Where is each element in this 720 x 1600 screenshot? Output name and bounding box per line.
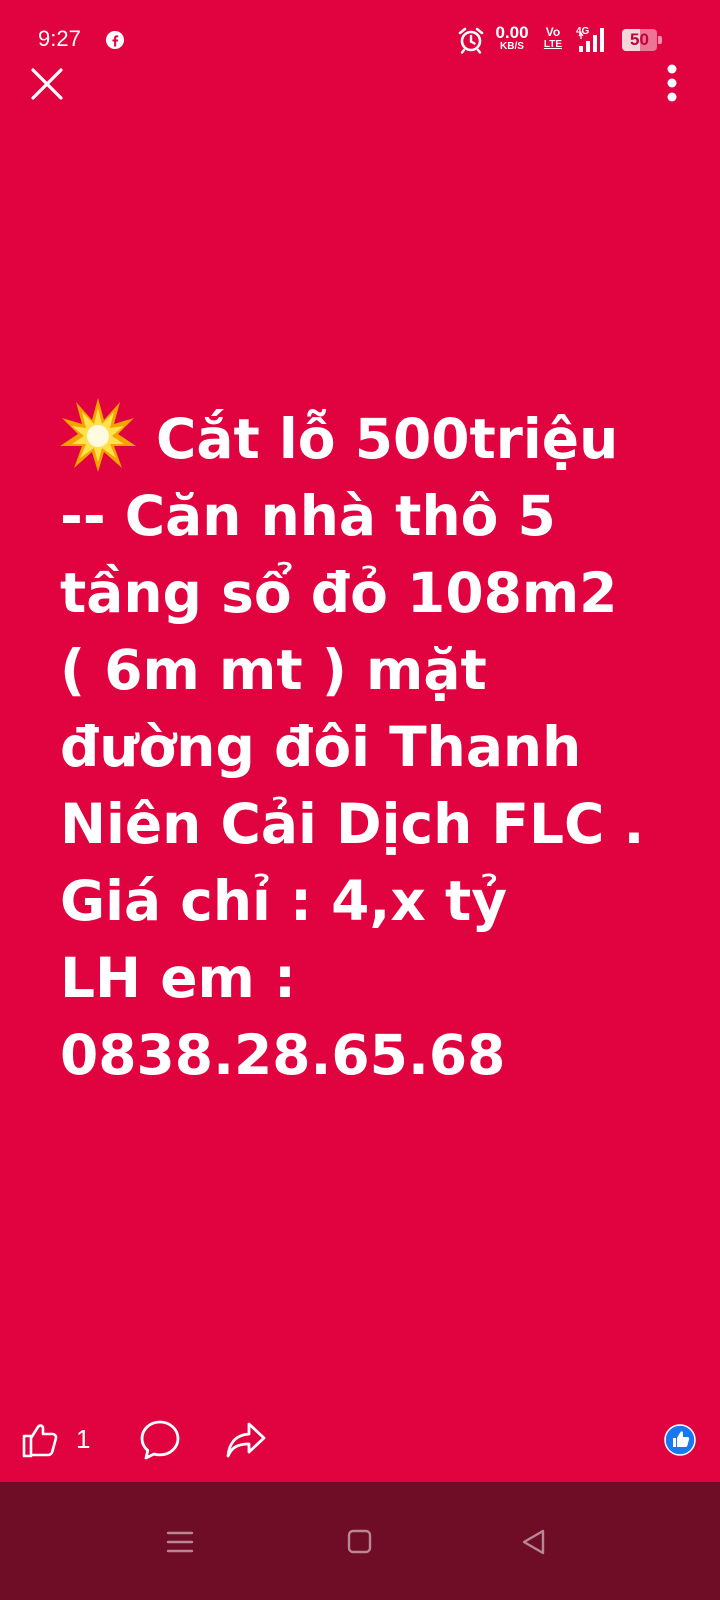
home-square-icon	[347, 1529, 372, 1554]
status-bar: 9:27 0.00 KB/S Vo LTE 4G 50	[0, 0, 720, 80]
post-line-7: Giá chỉ : 4,x tỷ	[60, 869, 508, 933]
home-button[interactable]	[330, 1512, 390, 1572]
share-button[interactable]	[224, 1418, 268, 1462]
post-viewer-screen: 9:27 0.00 KB/S Vo LTE 4G 50 Cắt lỗ 500tr…	[0, 0, 720, 1600]
comment-icon	[140, 1420, 180, 1460]
post-line-1: Cắt lỗ 500triệu	[60, 396, 680, 478]
post-line-3: tầng sổ đỏ 108m2	[60, 561, 618, 625]
network-speed: 0.00 KB/S	[490, 24, 534, 52]
post-line-4: ( 6m mt ) mặt	[60, 638, 487, 702]
post-line-1-text: Cắt lỗ 500triệu	[156, 407, 619, 471]
close-icon	[31, 68, 63, 100]
battery-level: 50	[630, 30, 649, 49]
more-options-button[interactable]	[648, 60, 688, 110]
thumbs-up-icon	[22, 1424, 58, 1458]
network-speed-value: 0.00	[495, 23, 529, 42]
facebook-icon	[106, 31, 124, 49]
network-speed-unit: KB/S	[500, 41, 524, 52]
post-line-5: đường đôi Thanh	[60, 715, 582, 779]
back-button[interactable]	[505, 1512, 565, 1572]
battery-icon: 50	[622, 29, 662, 51]
alarm-icon	[458, 27, 484, 54]
comment-button[interactable]	[138, 1418, 182, 1462]
menu-icon	[166, 1531, 194, 1553]
post-line-2: -- Căn nhà thô 5	[60, 484, 556, 548]
status-time: 9:27	[38, 26, 81, 51]
reaction-bar: 1	[0, 1400, 720, 1480]
recent-apps-button[interactable]	[150, 1512, 210, 1572]
like-button[interactable]: 1	[20, 1418, 100, 1462]
close-button[interactable]	[22, 60, 72, 110]
like-reaction-badge-icon	[664, 1424, 696, 1456]
post-line-6: Niên Cải Dịch FLC .	[60, 792, 645, 856]
volte-bottom: LTE	[543, 39, 563, 50]
collision-emoji-icon	[60, 398, 136, 472]
volte-indicator: Vo LTE	[540, 26, 566, 50]
post-line-8: LH em :	[60, 946, 296, 1010]
signal-icon: 4G	[576, 26, 604, 52]
post-text: Cắt lỗ 500triệu -- Căn nhà thô 5 tầng sổ…	[60, 396, 680, 1094]
system-navigation-bar	[0, 1482, 720, 1600]
post-phone-number: 0838.28.65.68	[60, 1023, 506, 1087]
share-icon	[226, 1422, 266, 1458]
back-triangle-icon	[522, 1529, 545, 1555]
volte-top: Vo	[545, 25, 561, 39]
more-vertical-icon	[667, 64, 677, 102]
like-count: 1	[76, 1424, 91, 1454]
